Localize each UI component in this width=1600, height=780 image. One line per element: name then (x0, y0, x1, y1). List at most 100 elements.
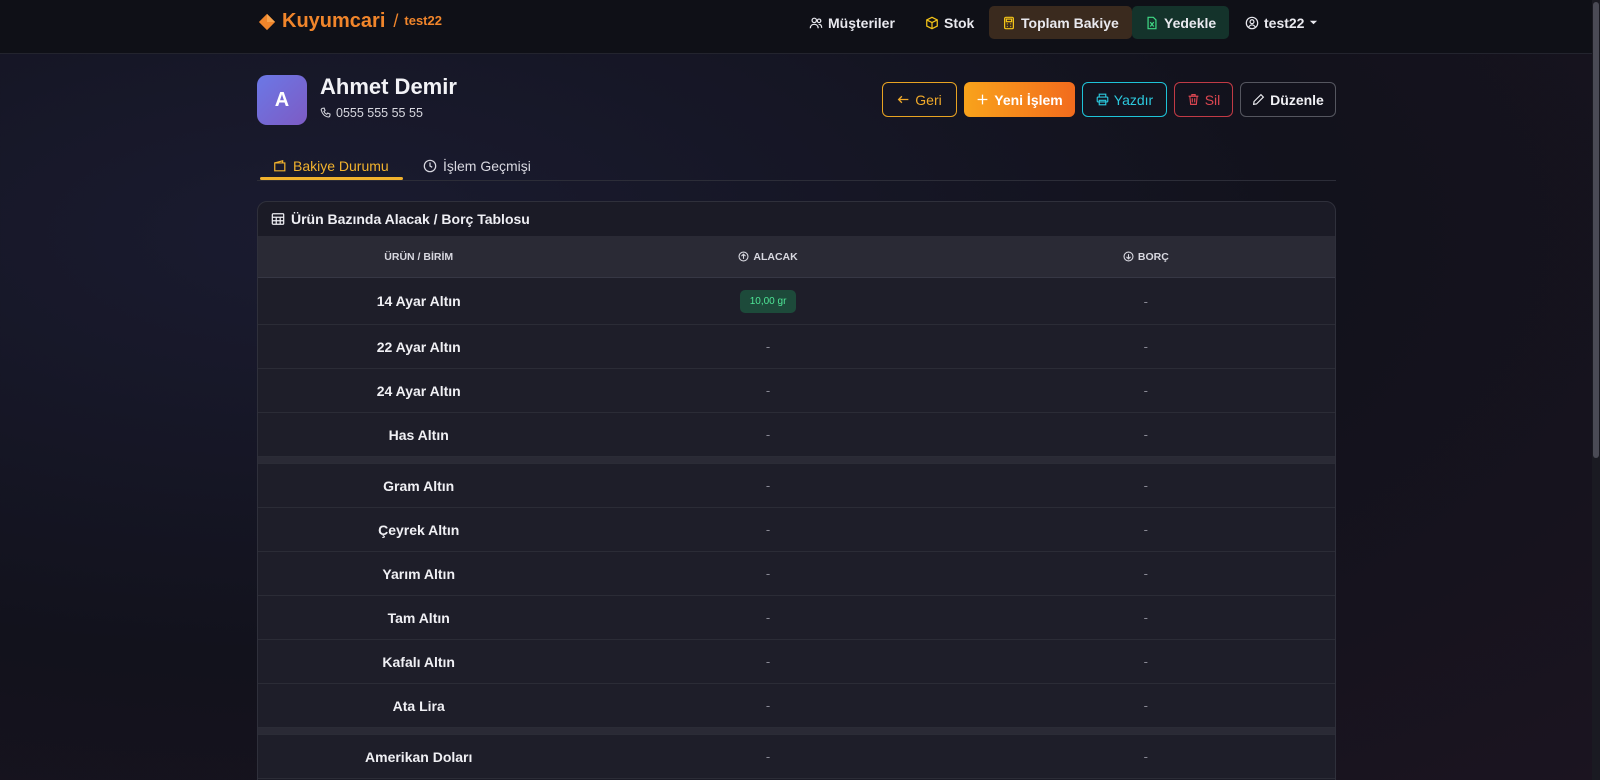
nav-musteriler[interactable]: Müşteriler (796, 6, 908, 39)
row-product: 24 Ayar Altın (376, 382, 461, 399)
row-borc: - (1143, 522, 1149, 537)
new-transaction-button[interactable]: Yeni İşlem (964, 82, 1075, 117)
row-product: Ata Lira (392, 697, 445, 714)
customer-phone: 0555 555 55 55 (320, 106, 423, 120)
table-icon (271, 213, 285, 225)
row-alacak: - (765, 654, 771, 669)
nav-toplam-bakiye-label: Toplam Bakiye (1021, 14, 1119, 31)
gem-icon (258, 13, 276, 30)
arrow-down-circle-icon (1123, 251, 1134, 262)
header-borc-label: BORÇ (1137, 250, 1169, 263)
row-alacak: - (765, 749, 771, 764)
row-borc: - (1143, 339, 1149, 354)
row-alacak: 10,00 gr (579, 289, 956, 313)
balance-table-card: Ürün Bazında Alacak / Borç Tablosu ÜRÜN … (257, 201, 1336, 780)
nav-yedekle-label: Yedekle (1164, 14, 1217, 31)
row-product: 22 Ayar Altın (376, 338, 461, 355)
header-alacak: ALACAK (579, 251, 956, 263)
nav-toplam-bakiye[interactable]: Toplam Bakiye (989, 6, 1132, 39)
tab-islem-gecmisi-label: İşlem Geçmişi (443, 158, 531, 174)
delete-button-label: Sil (1204, 91, 1221, 108)
row-product: Yarım Altın (382, 565, 456, 582)
table-row: 24 Ayar Altın - - (258, 369, 1335, 413)
table-row: Amerikan Doları - - (258, 735, 1335, 779)
tab-bakiye-durumu-label: Bakiye Durumu (293, 158, 389, 174)
box-icon (926, 16, 938, 29)
arrow-up-circle-icon (738, 251, 749, 262)
user-menu[interactable]: test22 (1232, 6, 1331, 39)
tab-bakiye-durumu[interactable]: Bakiye Durumu (273, 152, 389, 180)
users-icon (809, 17, 823, 28)
customer-name: Ahmet Demir (320, 74, 457, 99)
header-alacak-label: ALACAK (753, 250, 798, 263)
phone-icon (320, 107, 331, 118)
plus-icon (977, 94, 988, 105)
pencil-icon (1253, 93, 1265, 106)
row-product: 14 Ayar Altın (376, 293, 461, 309)
row-product: Amerikan Doları (365, 748, 473, 765)
row-alacak: - (765, 383, 771, 398)
edit-button[interactable]: Düzenle (1240, 82, 1336, 117)
arrow-left-icon (897, 95, 909, 104)
scrollbar[interactable] (1592, 0, 1600, 780)
brand[interactable]: Kuyumcari / test22 (258, 10, 442, 33)
row-product: Kafalı Altın (382, 653, 455, 670)
excel-file-icon (1147, 16, 1157, 29)
top-navbar: Kuyumcari / test22 Müşteriler Stok Topla… (0, 0, 1600, 54)
row-borc: - (1143, 610, 1149, 625)
row-borc: - (1143, 293, 1149, 309)
group-separator (258, 728, 1335, 735)
caret-down-icon (1310, 20, 1318, 25)
table-row: 22 Ayar Altın - - (258, 325, 1335, 369)
table-row: 14 Ayar Altın 10,00 gr - (258, 278, 1335, 325)
brand-separator: / (393, 11, 399, 31)
user-menu-label: test22 (1264, 14, 1305, 31)
table-row: Gram Altın - - (258, 464, 1335, 508)
card-header: Ürün Bazında Alacak / Borç Tablosu (258, 202, 1335, 236)
trash-icon (1188, 94, 1199, 105)
header-urun: ÜRÜN / BİRİM (384, 250, 454, 263)
clock-icon (423, 159, 437, 173)
row-alacak: - (765, 427, 771, 442)
row-alacak: - (765, 566, 771, 581)
table-row: Ata Lira - - (258, 684, 1335, 728)
nav-musteriler-label: Müşteriler (828, 14, 895, 31)
delete-button[interactable]: Sil (1174, 82, 1233, 117)
row-product: Çeyrek Altın (378, 521, 460, 538)
edit-button-label: Düzenle (1270, 91, 1324, 108)
scrollbar-thumb[interactable] (1593, 2, 1599, 458)
row-product: Has Altın (388, 426, 449, 443)
customer-phone-text: 0555 555 55 55 (336, 106, 423, 120)
tab-islem-gecmisi[interactable]: İşlem Geçmişi (423, 152, 531, 180)
printer-icon (1096, 93, 1109, 106)
nav-yedekle[interactable]: Yedekle (1132, 6, 1230, 39)
row-borc: - (1143, 698, 1149, 713)
user-circle-icon (1245, 16, 1259, 29)
row-borc: - (1143, 383, 1149, 398)
table-row: Yarım Altın - - (258, 552, 1335, 596)
row-product: Tam Altın (387, 609, 450, 626)
header-borc: BORÇ (957, 251, 1335, 263)
print-button[interactable]: Yazdır (1082, 82, 1167, 117)
group-separator (258, 457, 1335, 464)
row-alacak: - (765, 339, 771, 354)
back-button[interactable]: Geri (882, 82, 957, 117)
row-alacak: - (765, 698, 771, 713)
wallet-icon (274, 159, 286, 172)
row-borc: - (1143, 478, 1149, 493)
nav-stok[interactable]: Stok (912, 6, 987, 39)
row-product: Gram Altın (383, 477, 455, 494)
table-row: Tam Altın - - (258, 596, 1335, 640)
table-row: Çeyrek Altın - - (258, 508, 1335, 552)
nav-stok-label: Stok (944, 14, 975, 31)
print-button-label: Yazdır (1113, 91, 1154, 108)
row-borc: - (1143, 427, 1149, 442)
row-alacak: - (765, 610, 771, 625)
calculator-icon (1004, 16, 1014, 29)
alacak-badge: 10,00 gr (739, 289, 797, 313)
table-row: Kafalı Altın - - (258, 640, 1335, 684)
row-borc: - (1143, 566, 1149, 581)
tabs-divider (257, 180, 1336, 181)
back-button-label: Geri (915, 91, 942, 108)
table-header: ÜRÜN / BİRİM ALACAK BORÇ (258, 236, 1335, 278)
